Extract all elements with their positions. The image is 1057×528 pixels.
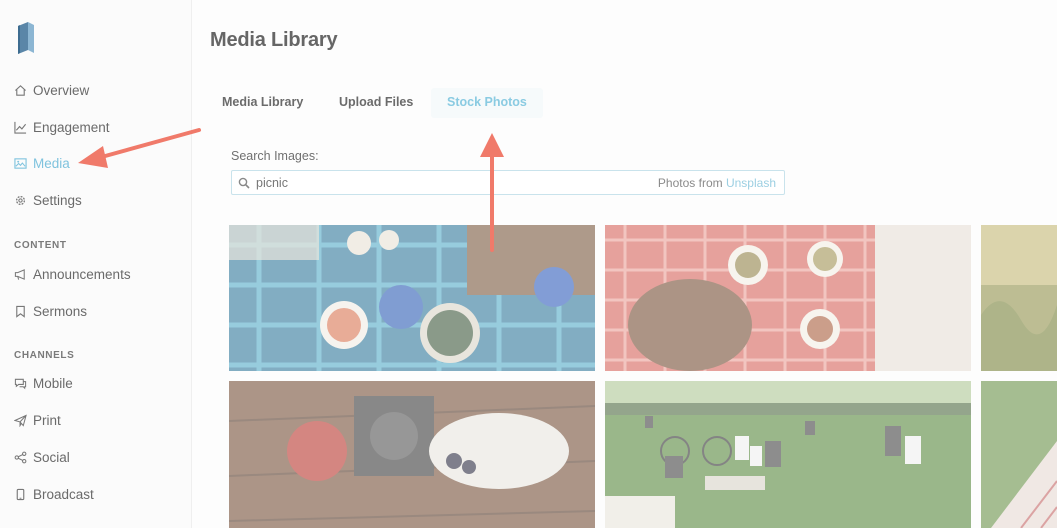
phone-icon [16,488,25,500]
sidebar-item-label: Social [33,449,70,465]
sidebar-item-overview[interactable]: Overview [14,79,89,101]
paper-plane-icon [14,413,27,427]
search-label: Search Images: [231,149,319,163]
photo-picnic-basket-red-blanket[interactable] [605,225,971,371]
sidebar-item-settings[interactable]: Settings [14,189,82,211]
sidebar-item-label: Broadcast [33,486,94,502]
photo-provider: Photos from Unsplash [658,176,776,190]
tab-stock-photos[interactable]: Stock Photos [431,88,543,118]
photo-grass-field[interactable] [981,225,1057,371]
photo-picnic-cloth-grass[interactable] [981,381,1057,528]
sidebar-item-engagement[interactable]: Engagement [14,116,110,138]
provider-prefix: Photos from [657,176,723,190]
photo-apple-camera-table[interactable] [229,381,595,528]
book-logo-icon[interactable] [16,20,36,56]
section-heading-content: CONTENT [14,240,67,251]
sidebar-item-label: Media [33,155,70,171]
tab-media-library[interactable]: Media Library [222,92,303,120]
section-heading-channels: CHANNELS [14,350,75,361]
search-box[interactable]: Photos from Unsplash [231,170,785,195]
image-icon [14,157,27,169]
tab-upload-files[interactable]: Upload Files [339,92,413,120]
megaphone-icon [14,268,25,280]
search-icon [238,177,250,189]
sidebar-item-label: Overview [33,82,90,98]
sidebar-item-label: Announcements [33,266,131,282]
sidebar-item-label: Print [33,412,61,428]
sidebar-item-media[interactable]: Media [14,152,70,174]
sidebar-item-print[interactable]: Print [14,409,61,431]
bookmark-icon [16,305,25,318]
sidebar-item-label: Settings [33,192,82,208]
home-icon [15,84,26,96]
photo-picnic-blanket-food[interactable] [229,225,595,371]
sidebar-item-announcements[interactable]: Announcements [14,263,131,285]
sidebar-item-broadcast[interactable]: Broadcast [14,483,94,505]
sidebar: Overview Engagement Media Settings CONTE… [0,0,192,528]
page-title: Media Library [210,29,338,51]
sidebar-item-label: Sermons [33,303,88,319]
sidebar-item-sermons[interactable]: Sermons [14,300,87,322]
unsplash-link[interactable]: Unsplash [726,176,776,190]
sidebar-item-mobile[interactable]: Mobile [14,372,73,394]
chat-icon [14,378,27,389]
photo-park-picnic-crowd[interactable] [605,381,971,528]
sidebar-item-label: Mobile [33,375,73,391]
sidebar-item-social[interactable]: Social [14,446,70,468]
sidebar-item-label: Engagement [33,119,110,135]
search-input[interactable] [256,174,636,192]
share-icon [14,451,27,463]
gear-icon [15,195,26,205]
chart-line-icon [14,121,27,134]
